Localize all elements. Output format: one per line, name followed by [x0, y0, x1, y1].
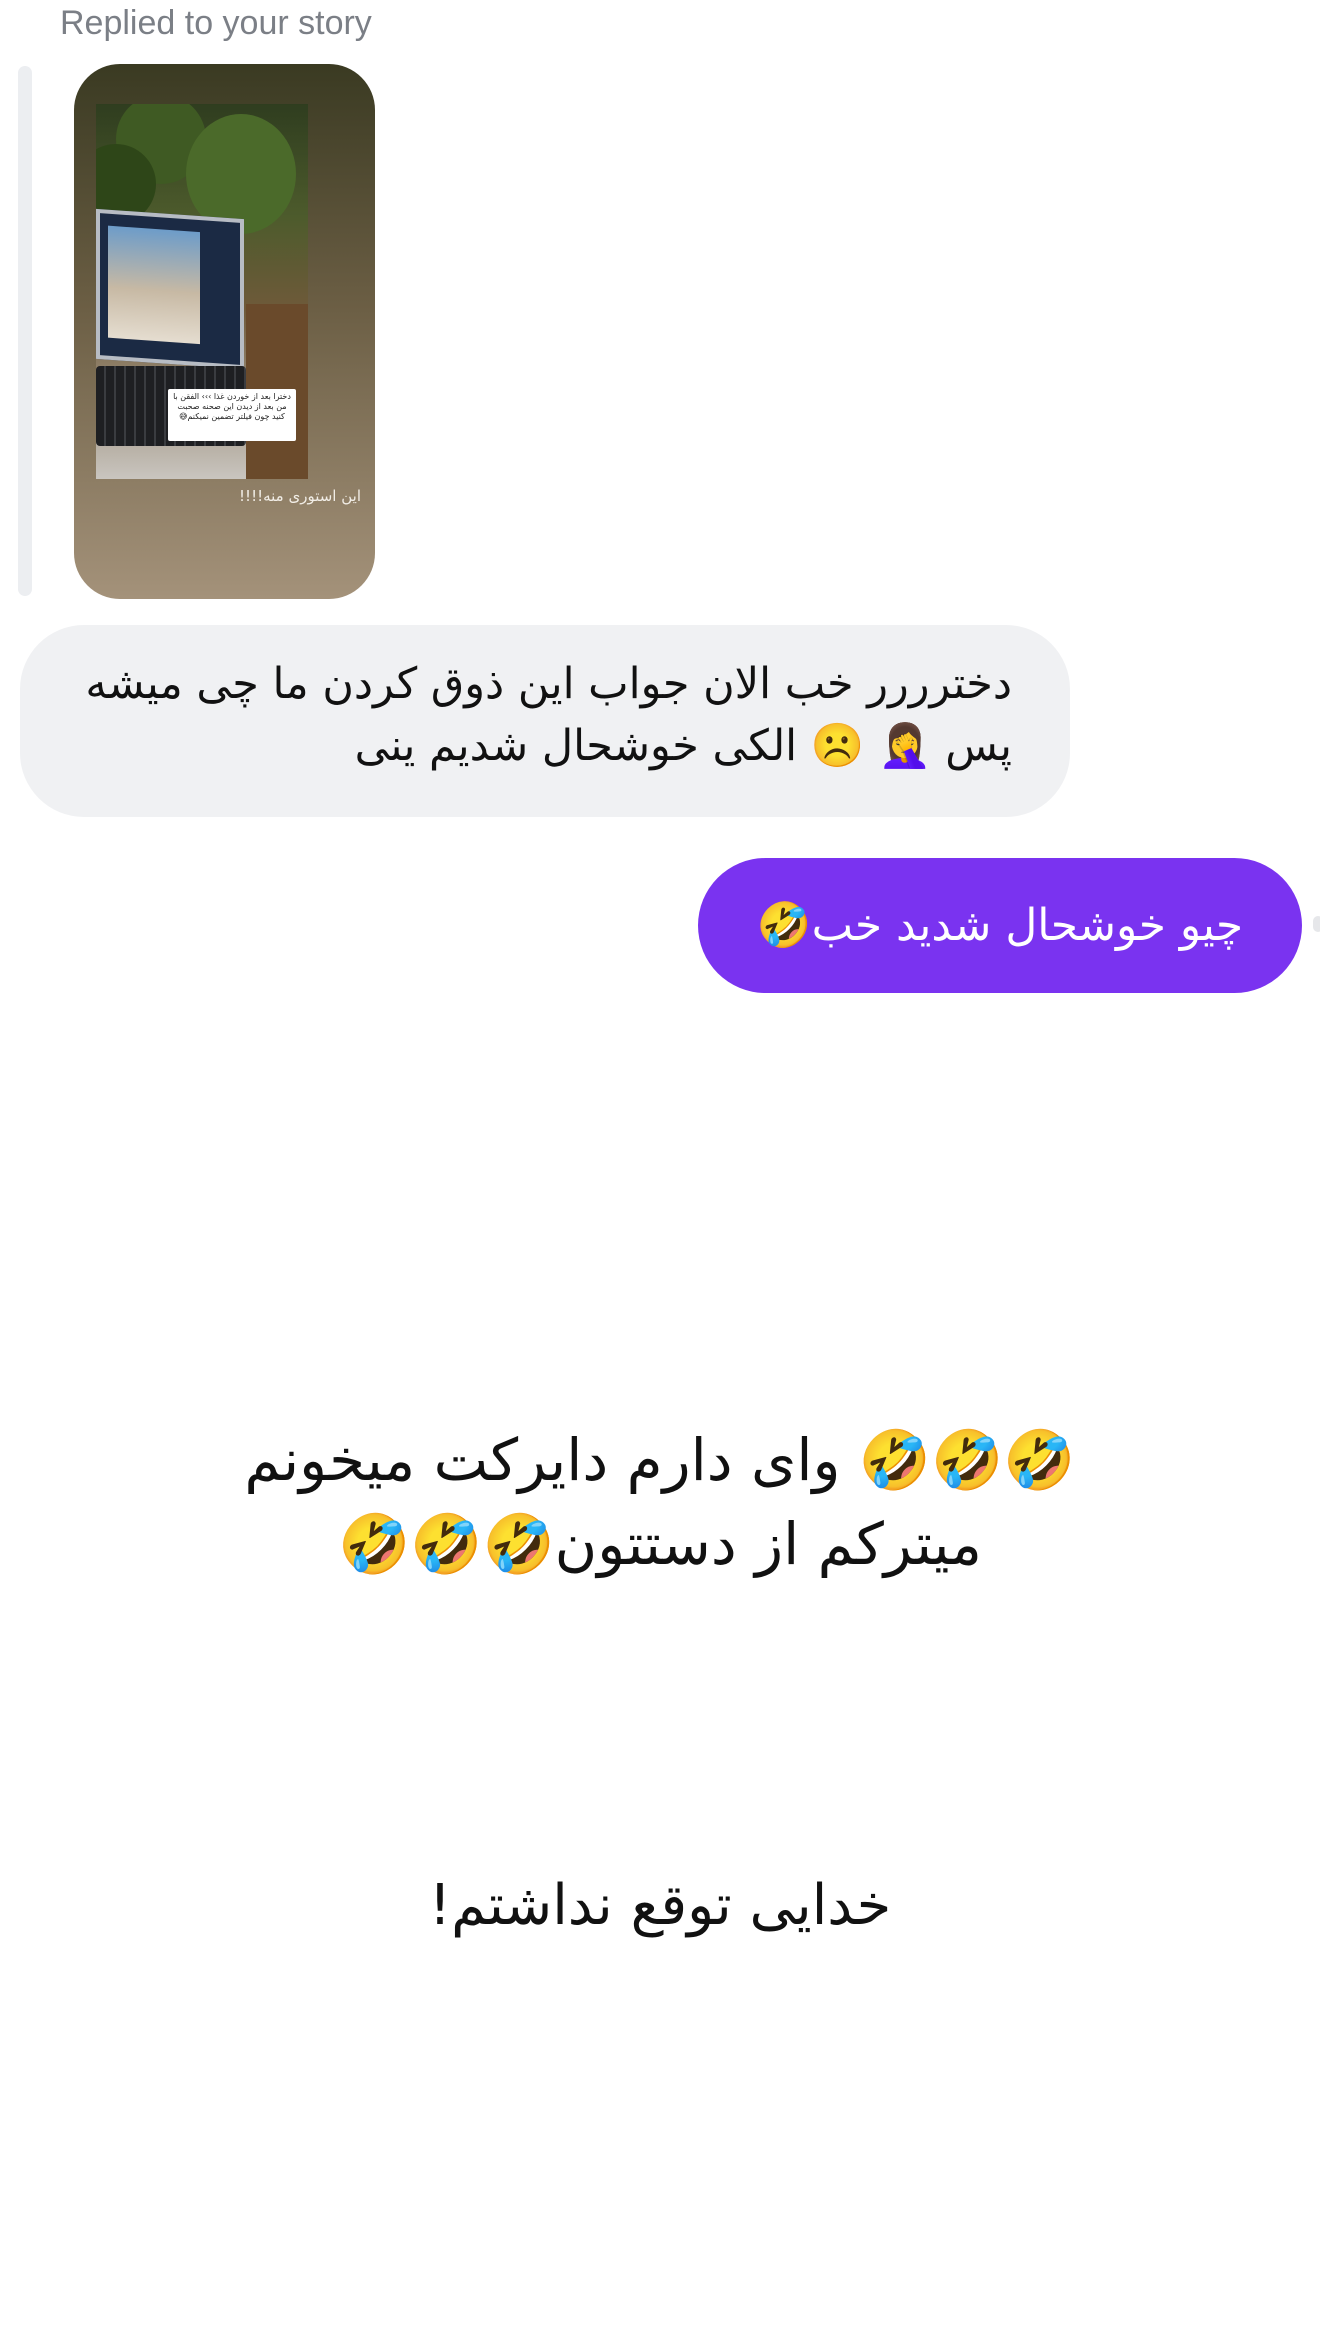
incoming-message-bubble[interactable]: دخترررر خب الان جواب این ذوق کردن ما چی …	[20, 625, 1070, 817]
replied-to-story-label: Replied to your story	[60, 4, 372, 42]
story-caption: این استوری منه!!!!	[239, 487, 361, 505]
laptop-screen-shape	[96, 208, 244, 370]
story-photo: دخترا بعد از خوردن غذا ››› الفقن با من ب…	[96, 104, 308, 479]
story-text-sticker: دخترا بعد از خوردن غذا ››› الفقن با من ب…	[168, 389, 296, 441]
message-status-dot	[1313, 916, 1320, 932]
reply-quote-bar	[18, 66, 32, 596]
laptop-window-content	[108, 225, 200, 345]
overlay-caption-note: خدایی توقع نداشتم!	[428, 1873, 892, 1938]
overlay-caption-main: 🤣🤣🤣 وای دارم دایرکت میخونم میترکم از دست…	[244, 1426, 1076, 1578]
outgoing-message-bubble[interactable]: چیو خوشحال شدید خب🤣	[698, 858, 1302, 993]
story-preview-thumbnail[interactable]: دخترا بعد از خوردن غذا ››› الفقن با من ب…	[74, 64, 375, 599]
